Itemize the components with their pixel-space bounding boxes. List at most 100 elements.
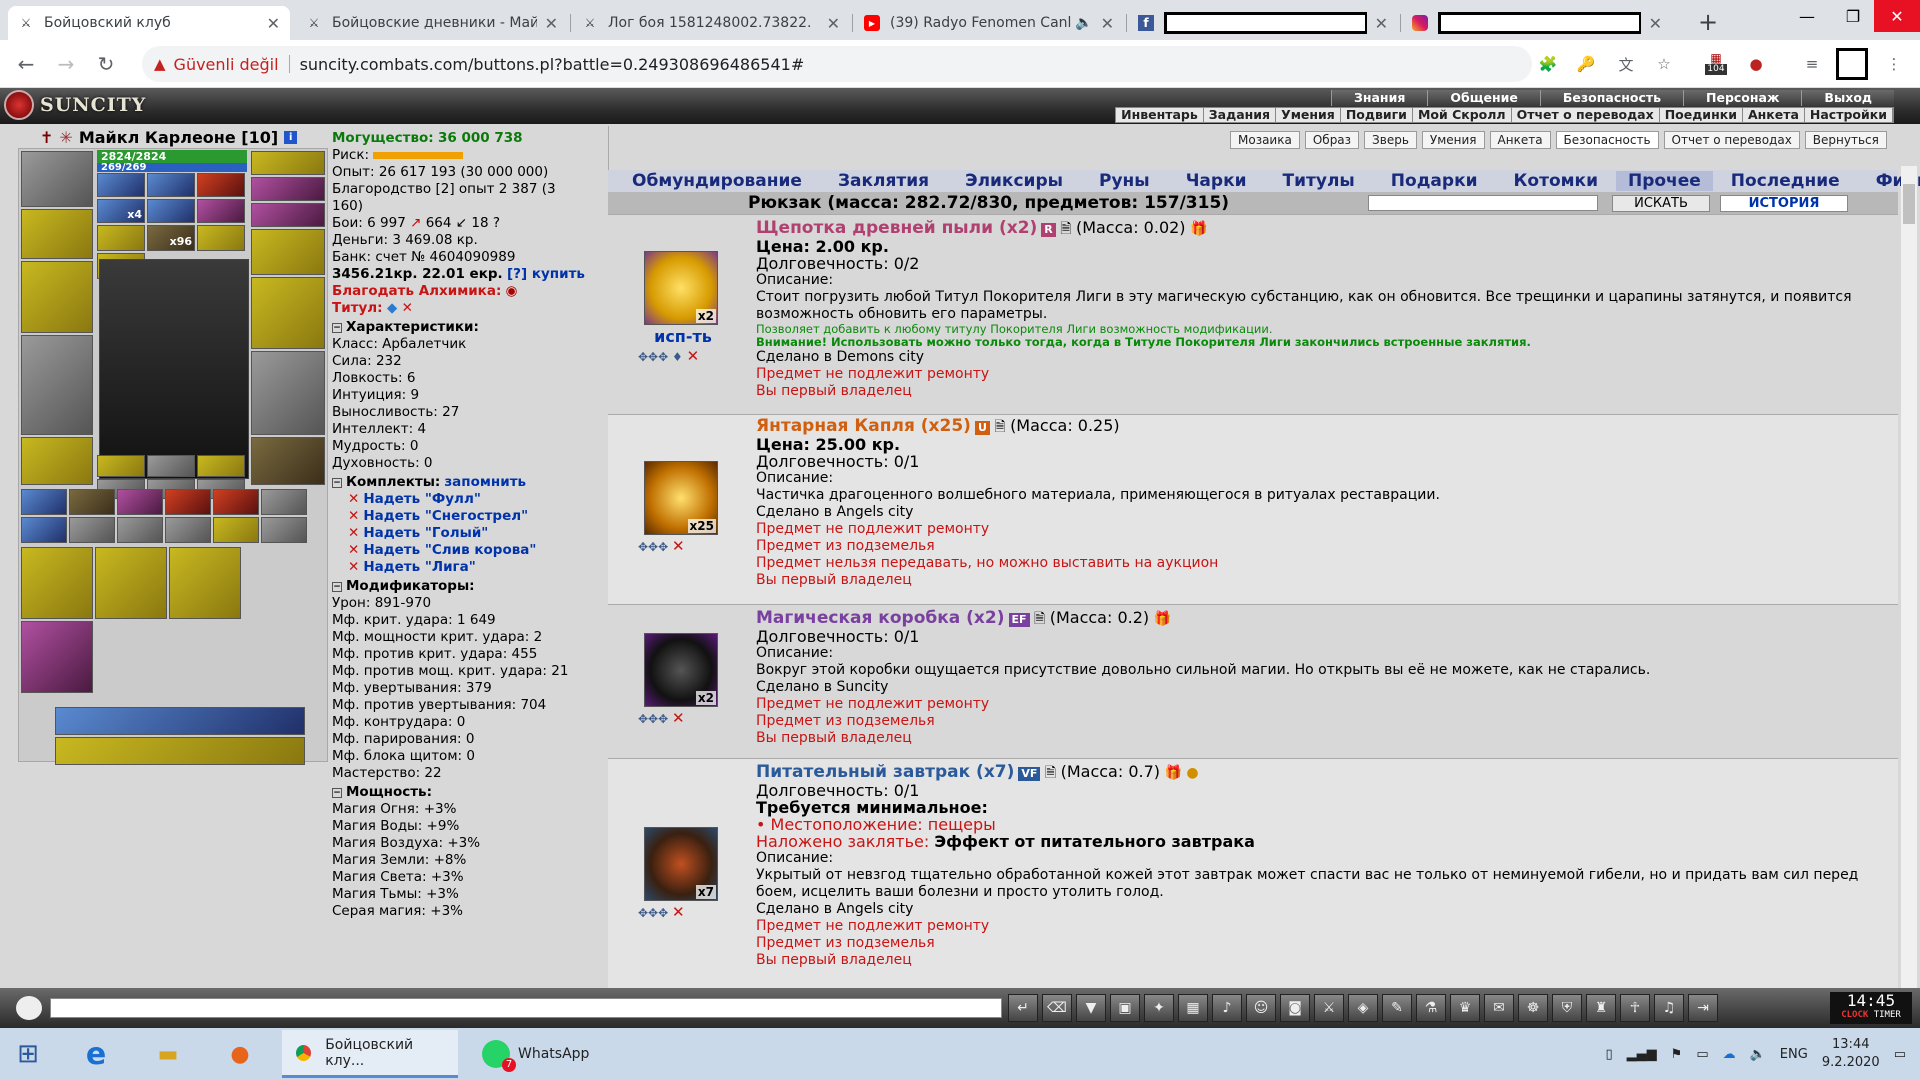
tab-equipment[interactable]: Обмундирование <box>608 171 820 191</box>
ancient-dust-image[interactable]: x2 <box>644 251 718 325</box>
exit-icon[interactable]: ⇥ <box>1688 994 1718 1022</box>
spell-slot-10[interactable] <box>165 517 211 543</box>
tab-fight-diaries[interactable]: ⚔ Бойцовские дневники - Май ✕ <box>296 6 568 40</box>
scroll-slot-3[interactable] <box>197 173 245 197</box>
spell-slot-7[interactable] <box>21 517 67 543</box>
forward-icon[interactable]: → <box>54 52 78 76</box>
delete-icon[interactable]: ✕ <box>672 903 685 921</box>
wand-icon[interactable]: ✎ <box>1382 994 1412 1022</box>
item-action-icon[interactable]: ✥✥✥ <box>638 712 668 726</box>
armor-slot[interactable] <box>21 335 93 435</box>
mosaic-button[interactable]: Мозаика <box>1230 131 1300 149</box>
horn-icon[interactable]: ♫ <box>1654 994 1684 1022</box>
scroll-slot-5[interactable] <box>147 199 195 223</box>
menu-dots-icon[interactable]: ⋮ <box>1882 52 1906 76</box>
spell-slot-2[interactable] <box>69 489 115 515</box>
close-tab-icon[interactable]: ✕ <box>1649 14 1662 33</box>
tab-elixirs[interactable]: Эликсиры <box>947 171 1081 191</box>
close-window-icon[interactable]: ✕ <box>1874 0 1920 32</box>
earring-slot[interactable] <box>251 151 325 175</box>
use-link[interactable]: исп-ть <box>638 327 728 346</box>
translate-icon[interactable]: 文 <box>1614 52 1638 76</box>
menu-security[interactable]: Безопасность <box>1539 90 1683 106</box>
item-name[interactable]: Янтарная Капля (x25) <box>756 416 971 436</box>
item-action-icon[interactable]: ✥✥✥ <box>638 350 668 364</box>
drop-icon[interactable]: ♦ <box>672 350 683 364</box>
remember-kit-link[interactable]: запомнить <box>444 474 526 491</box>
scroll-slot-6[interactable] <box>197 199 245 223</box>
chat-icon[interactable] <box>16 996 42 1020</box>
save-icon[interactable]: ▣ <box>1110 994 1140 1022</box>
spell-slot-6[interactable] <box>261 489 307 515</box>
minimize-icon[interactable]: — <box>1784 0 1830 32</box>
submenu-settings[interactable]: Настройки <box>1805 108 1893 122</box>
return-button[interactable]: Вернуться <box>1804 131 1887 149</box>
collapse-icon[interactable]: − <box>332 477 342 488</box>
profile-button[interactable]: Анкета <box>1489 131 1551 149</box>
item-action-icon[interactable]: ✥✥✥ <box>638 906 668 920</box>
notification-icon[interactable]: ▭ <box>1894 1047 1906 1062</box>
remove-title-icon[interactable]: ✕ <box>402 300 413 316</box>
scroll-slot-2[interactable] <box>147 173 195 197</box>
quick-slots-row-1[interactable] <box>55 707 305 735</box>
submenu-scroll[interactable]: Мой Скролл <box>1413 108 1512 122</box>
pet-slot[interactable] <box>21 621 93 693</box>
image-button[interactable]: Образ <box>1304 131 1360 149</box>
eraser-icon[interactable]: ⌫ <box>1042 994 1072 1022</box>
scroll-slot-1[interactable] <box>97 173 145 197</box>
tab-titles[interactable]: Титулы <box>1265 171 1373 191</box>
close-tab-icon[interactable]: ✕ <box>1101 14 1114 33</box>
language-indicator[interactable]: ENG <box>1780 1047 1808 1062</box>
new-tab-button[interactable]: + <box>1698 8 1718 36</box>
filter-icon[interactable]: ▼ <box>1076 994 1106 1022</box>
menu-communication[interactable]: Общение <box>1427 90 1540 106</box>
amber-drop-image[interactable]: x25 <box>644 461 718 535</box>
fight-icon[interactable]: ✦ <box>1144 994 1174 1022</box>
collapse-icon[interactable]: − <box>332 322 342 333</box>
reading-list-icon[interactable]: ≡ <box>1800 52 1824 76</box>
system-clock[interactable]: 13:44 9.2.2020 <box>1822 1036 1880 1072</box>
tab-runes[interactable]: Руны <box>1081 171 1168 191</box>
delete-icon[interactable]: ✕ <box>687 347 700 365</box>
spell-slot-9[interactable] <box>117 517 163 543</box>
submenu-transfers[interactable]: Отчет о переводах <box>1512 108 1660 122</box>
info-page-icon[interactable]: 🗎 <box>1034 611 1045 627</box>
bracer-slot[interactable] <box>21 209 93 259</box>
pocket-slot-2[interactable] <box>147 455 195 477</box>
profile-avatar[interactable] <box>1836 48 1868 80</box>
collapse-icon[interactable]: − <box>332 787 342 798</box>
info-page-icon[interactable]: 🗎 <box>1045 765 1056 781</box>
item-name[interactable]: Магическая коробка (x2) <box>756 608 1005 628</box>
kit-link[interactable]: ✕ Надеть "Голый" <box>332 525 602 542</box>
extension-counter-icon[interactable]: ▦ 104 <box>1704 52 1728 76</box>
kit-link[interactable]: ✕ Надеть "Фулл" <box>332 491 602 508</box>
helmet-slot[interactable] <box>21 151 93 207</box>
network-bars-icon[interactable]: ▂▄▆ <box>1627 1047 1657 1062</box>
quick-slots-row-2[interactable] <box>55 737 305 765</box>
breakfast-image[interactable]: x7 <box>644 827 718 901</box>
history-button[interactable]: ИСТОРИЯ <box>1720 195 1848 212</box>
tab-instagram[interactable]: ✕ <box>1402 6 1672 40</box>
reload-icon[interactable]: ↻ <box>94 52 118 76</box>
sword-icon[interactable]: ⚔ <box>1314 994 1344 1022</box>
castle-icon[interactable]: ♜ <box>1586 994 1616 1022</box>
key-icon[interactable]: 🔑 <box>1574 52 1598 76</box>
close-tab-icon[interactable]: ✕ <box>827 14 840 33</box>
amulet-icon[interactable]: ☸ <box>1518 994 1548 1022</box>
spell-slot-3[interactable] <box>117 489 163 515</box>
enter-icon[interactable]: ↵ <box>1008 994 1038 1022</box>
kit-link[interactable]: ✕ Надеть "Лига" <box>332 559 602 576</box>
scroll-slot-4[interactable]: x4 <box>97 199 145 223</box>
screen-icon[interactable]: ▭ <box>1696 1047 1708 1062</box>
spell-slot-4[interactable] <box>165 489 211 515</box>
search-button[interactable]: ИСКАТЬ <box>1612 195 1710 212</box>
pet-button[interactable]: Зверь <box>1364 131 1417 149</box>
mute-icon[interactable]: 🔈 <box>1075 15 1092 31</box>
scroll-slot-8[interactable]: x96 <box>147 225 195 251</box>
tray-device-icon[interactable]: ▯ <box>1606 1047 1613 1062</box>
bag-slot-1[interactable] <box>21 547 93 619</box>
scroll-slot-9[interactable] <box>197 225 245 251</box>
scroll-icon[interactable]: ✉ <box>1484 994 1514 1022</box>
bag-slot-3[interactable] <box>169 547 241 619</box>
menu-exit[interactable]: Выход <box>1801 90 1894 106</box>
